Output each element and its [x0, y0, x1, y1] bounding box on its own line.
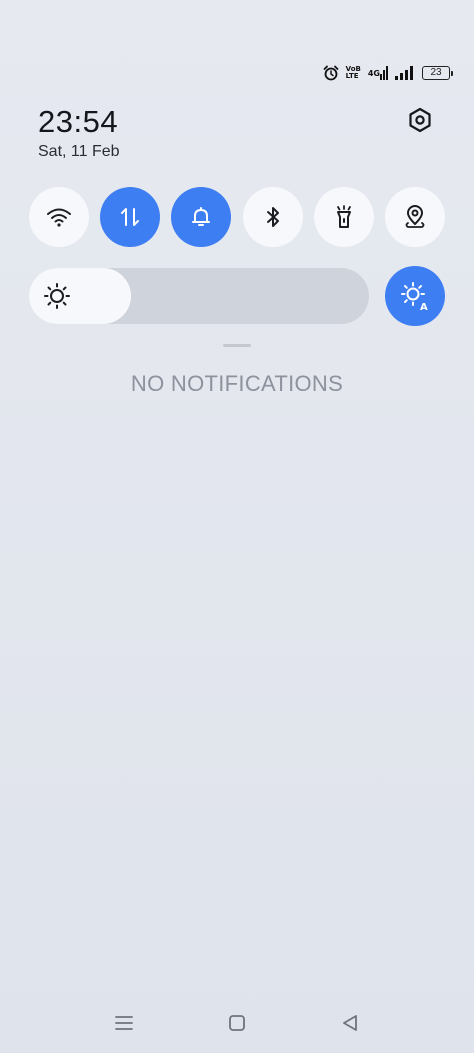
network-indicator: 4G: [368, 66, 388, 80]
wifi-icon: [47, 208, 71, 227]
data-arrows-icon: [121, 208, 140, 226]
settings-button[interactable]: [404, 104, 436, 136]
drag-handle[interactable]: [223, 344, 251, 347]
menu-lines-icon: [115, 1016, 133, 1030]
bell-icon: [192, 207, 211, 226]
svg-text:A: A: [420, 302, 428, 311]
navigation-bar: [0, 1011, 474, 1035]
quick-toggles: [29, 187, 445, 247]
toggle-location[interactable]: [384, 187, 445, 247]
location-pin-icon: [405, 205, 425, 228]
network-signal-mini-icon: [380, 66, 388, 80]
toggle-mobile-data[interactable]: [100, 187, 161, 247]
signal-bars-icon: [395, 66, 415, 80]
brightness-slider[interactable]: [29, 268, 369, 324]
network-type-label: 4G: [367, 68, 380, 78]
sun-icon: [44, 283, 70, 309]
back-triangle-icon: [343, 1015, 357, 1031]
home-square-icon: [229, 1015, 245, 1031]
battery-indicator: 23: [422, 66, 453, 80]
bluetooth-icon: [266, 207, 279, 227]
battery-level: 23: [430, 67, 442, 78]
settings-hexagon-icon: [409, 107, 431, 133]
volte-indicator: VoB LTE: [346, 66, 361, 80]
no-notifications-label: NO NOTIFICATIONS: [130, 371, 344, 396]
home-button[interactable]: [225, 1011, 249, 1035]
auto-brightness-button[interactable]: A: [385, 266, 445, 326]
toggle-sound[interactable]: [171, 187, 232, 247]
notification-shade: VoB LTE 4G 23 23:54 Sat, 11 Feb A NO NOT…: [0, 0, 474, 1053]
alarm-clock-icon: [323, 65, 339, 81]
volte-bottom-label: LTE: [345, 72, 359, 80]
toggle-flashlight[interactable]: [313, 187, 374, 247]
status-bar: VoB LTE 4G 23: [323, 62, 453, 84]
auto-brightness-icon: A: [401, 282, 428, 311]
clock-date[interactable]: Sat, 11 Feb: [38, 143, 120, 161]
back-button[interactable]: [338, 1011, 362, 1035]
clock-time: 23:54: [38, 104, 119, 139]
toggle-wifi[interactable]: [29, 187, 89, 247]
flashlight-icon: [336, 205, 351, 228]
recents-button[interactable]: [112, 1011, 136, 1035]
toggle-bluetooth[interactable]: [242, 187, 303, 247]
